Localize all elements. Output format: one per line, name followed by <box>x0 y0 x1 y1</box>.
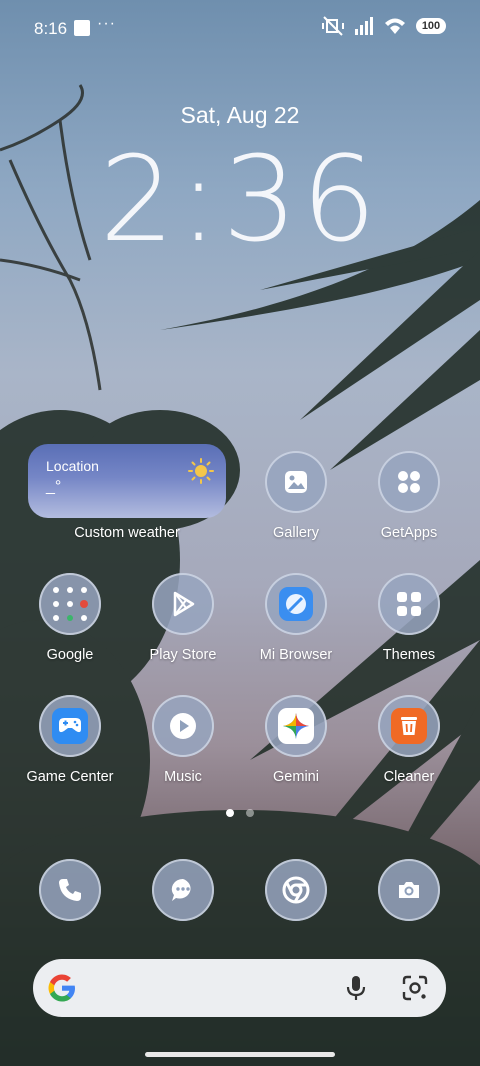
music-label: Music <box>164 769 202 785</box>
battery-icon: 100 <box>416 18 446 34</box>
sun-icon <box>188 458 214 484</box>
chrome-app[interactable] <box>265 859 327 921</box>
weather-widget-label: Custom weather <box>74 525 180 541</box>
weather-location: Location <box>46 458 99 474</box>
chrome-icon <box>282 876 310 904</box>
page-dot[interactable] <box>246 809 254 817</box>
themes-label: Themes <box>382 647 436 663</box>
messages-app[interactable] <box>152 859 214 921</box>
game-center-icon <box>52 708 88 744</box>
play-store-app[interactable] <box>152 573 214 635</box>
mi-browser-icon <box>279 587 313 621</box>
page-dot-active[interactable] <box>226 809 234 817</box>
phone-app[interactable] <box>39 859 101 921</box>
gallery-label: Gallery <box>273 525 319 541</box>
gemini-label: Gemini <box>273 769 319 785</box>
date-text[interactable]: Sat, Aug 22 <box>0 102 480 129</box>
google-label: Google <box>46 647 94 663</box>
themes-app[interactable] <box>378 573 440 635</box>
cleaner-label: Cleaner <box>383 769 435 785</box>
weather-widget[interactable]: Location _° <box>28 444 226 518</box>
play-store-icon <box>173 591 195 617</box>
home-gesture-bar[interactable] <box>145 1052 335 1057</box>
mi-browser-app[interactable] <box>265 573 327 635</box>
getapps-icon <box>398 471 420 493</box>
status-bar: 8:16 ··· 100 <box>0 0 480 56</box>
cleaner-icon <box>391 708 427 744</box>
wifi-icon <box>385 18 405 34</box>
cleaner-app[interactable] <box>378 695 440 757</box>
phone-icon <box>59 879 81 901</box>
camera-app[interactable] <box>378 859 440 921</box>
gallery-app[interactable] <box>265 451 327 513</box>
getapps-app[interactable] <box>378 451 440 513</box>
music-app[interactable] <box>152 695 214 757</box>
game-center-app[interactable] <box>39 695 101 757</box>
status-time: 8:16 <box>34 19 68 38</box>
weather-temp: _° <box>46 478 62 495</box>
game-center-label: Game Center <box>26 769 114 785</box>
camera-icon <box>399 882 419 898</box>
messages-icon <box>171 878 191 901</box>
gemini-icon <box>278 708 314 744</box>
lens-icon[interactable] <box>400 973 430 1003</box>
more-notifications: ··· <box>97 15 116 32</box>
vibrate-off-icon <box>322 16 344 36</box>
google-folder[interactable] <box>39 573 101 635</box>
getapps-label: GetApps <box>380 525 438 541</box>
google-search-bar[interactable] <box>33 959 446 1017</box>
play-store-label: Play Store <box>149 647 217 663</box>
mi-browser-label: Mi Browser <box>259 647 333 663</box>
music-icon <box>170 713 196 739</box>
media-square-icon <box>74 20 90 36</box>
signal-icon <box>355 17 373 35</box>
google-g-icon <box>48 974 75 1002</box>
clock-text[interactable]: 2:36 <box>0 130 480 268</box>
google-folder-icon <box>53 587 88 621</box>
gemini-app[interactable] <box>265 695 327 757</box>
gallery-icon <box>285 471 307 493</box>
themes-icon <box>397 592 421 616</box>
mic-icon[interactable] <box>341 973 371 1003</box>
